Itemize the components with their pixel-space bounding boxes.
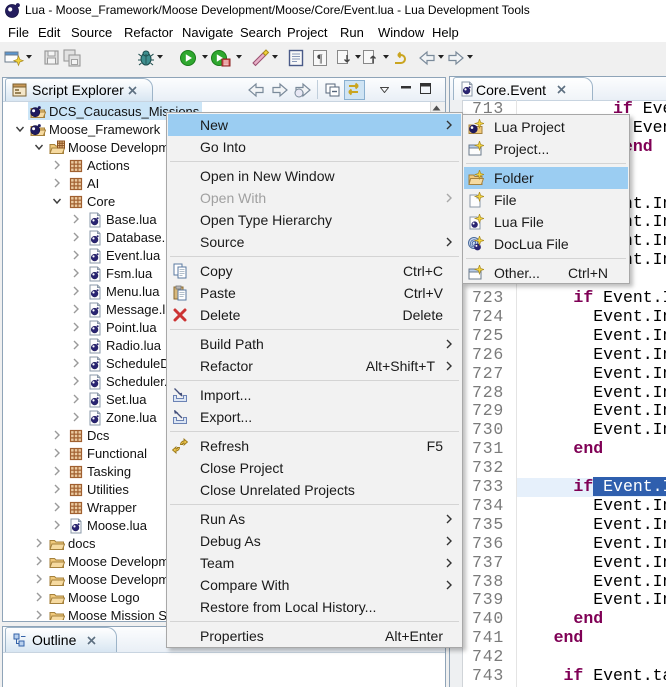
svg-text:¶: ¶: [317, 51, 323, 65]
